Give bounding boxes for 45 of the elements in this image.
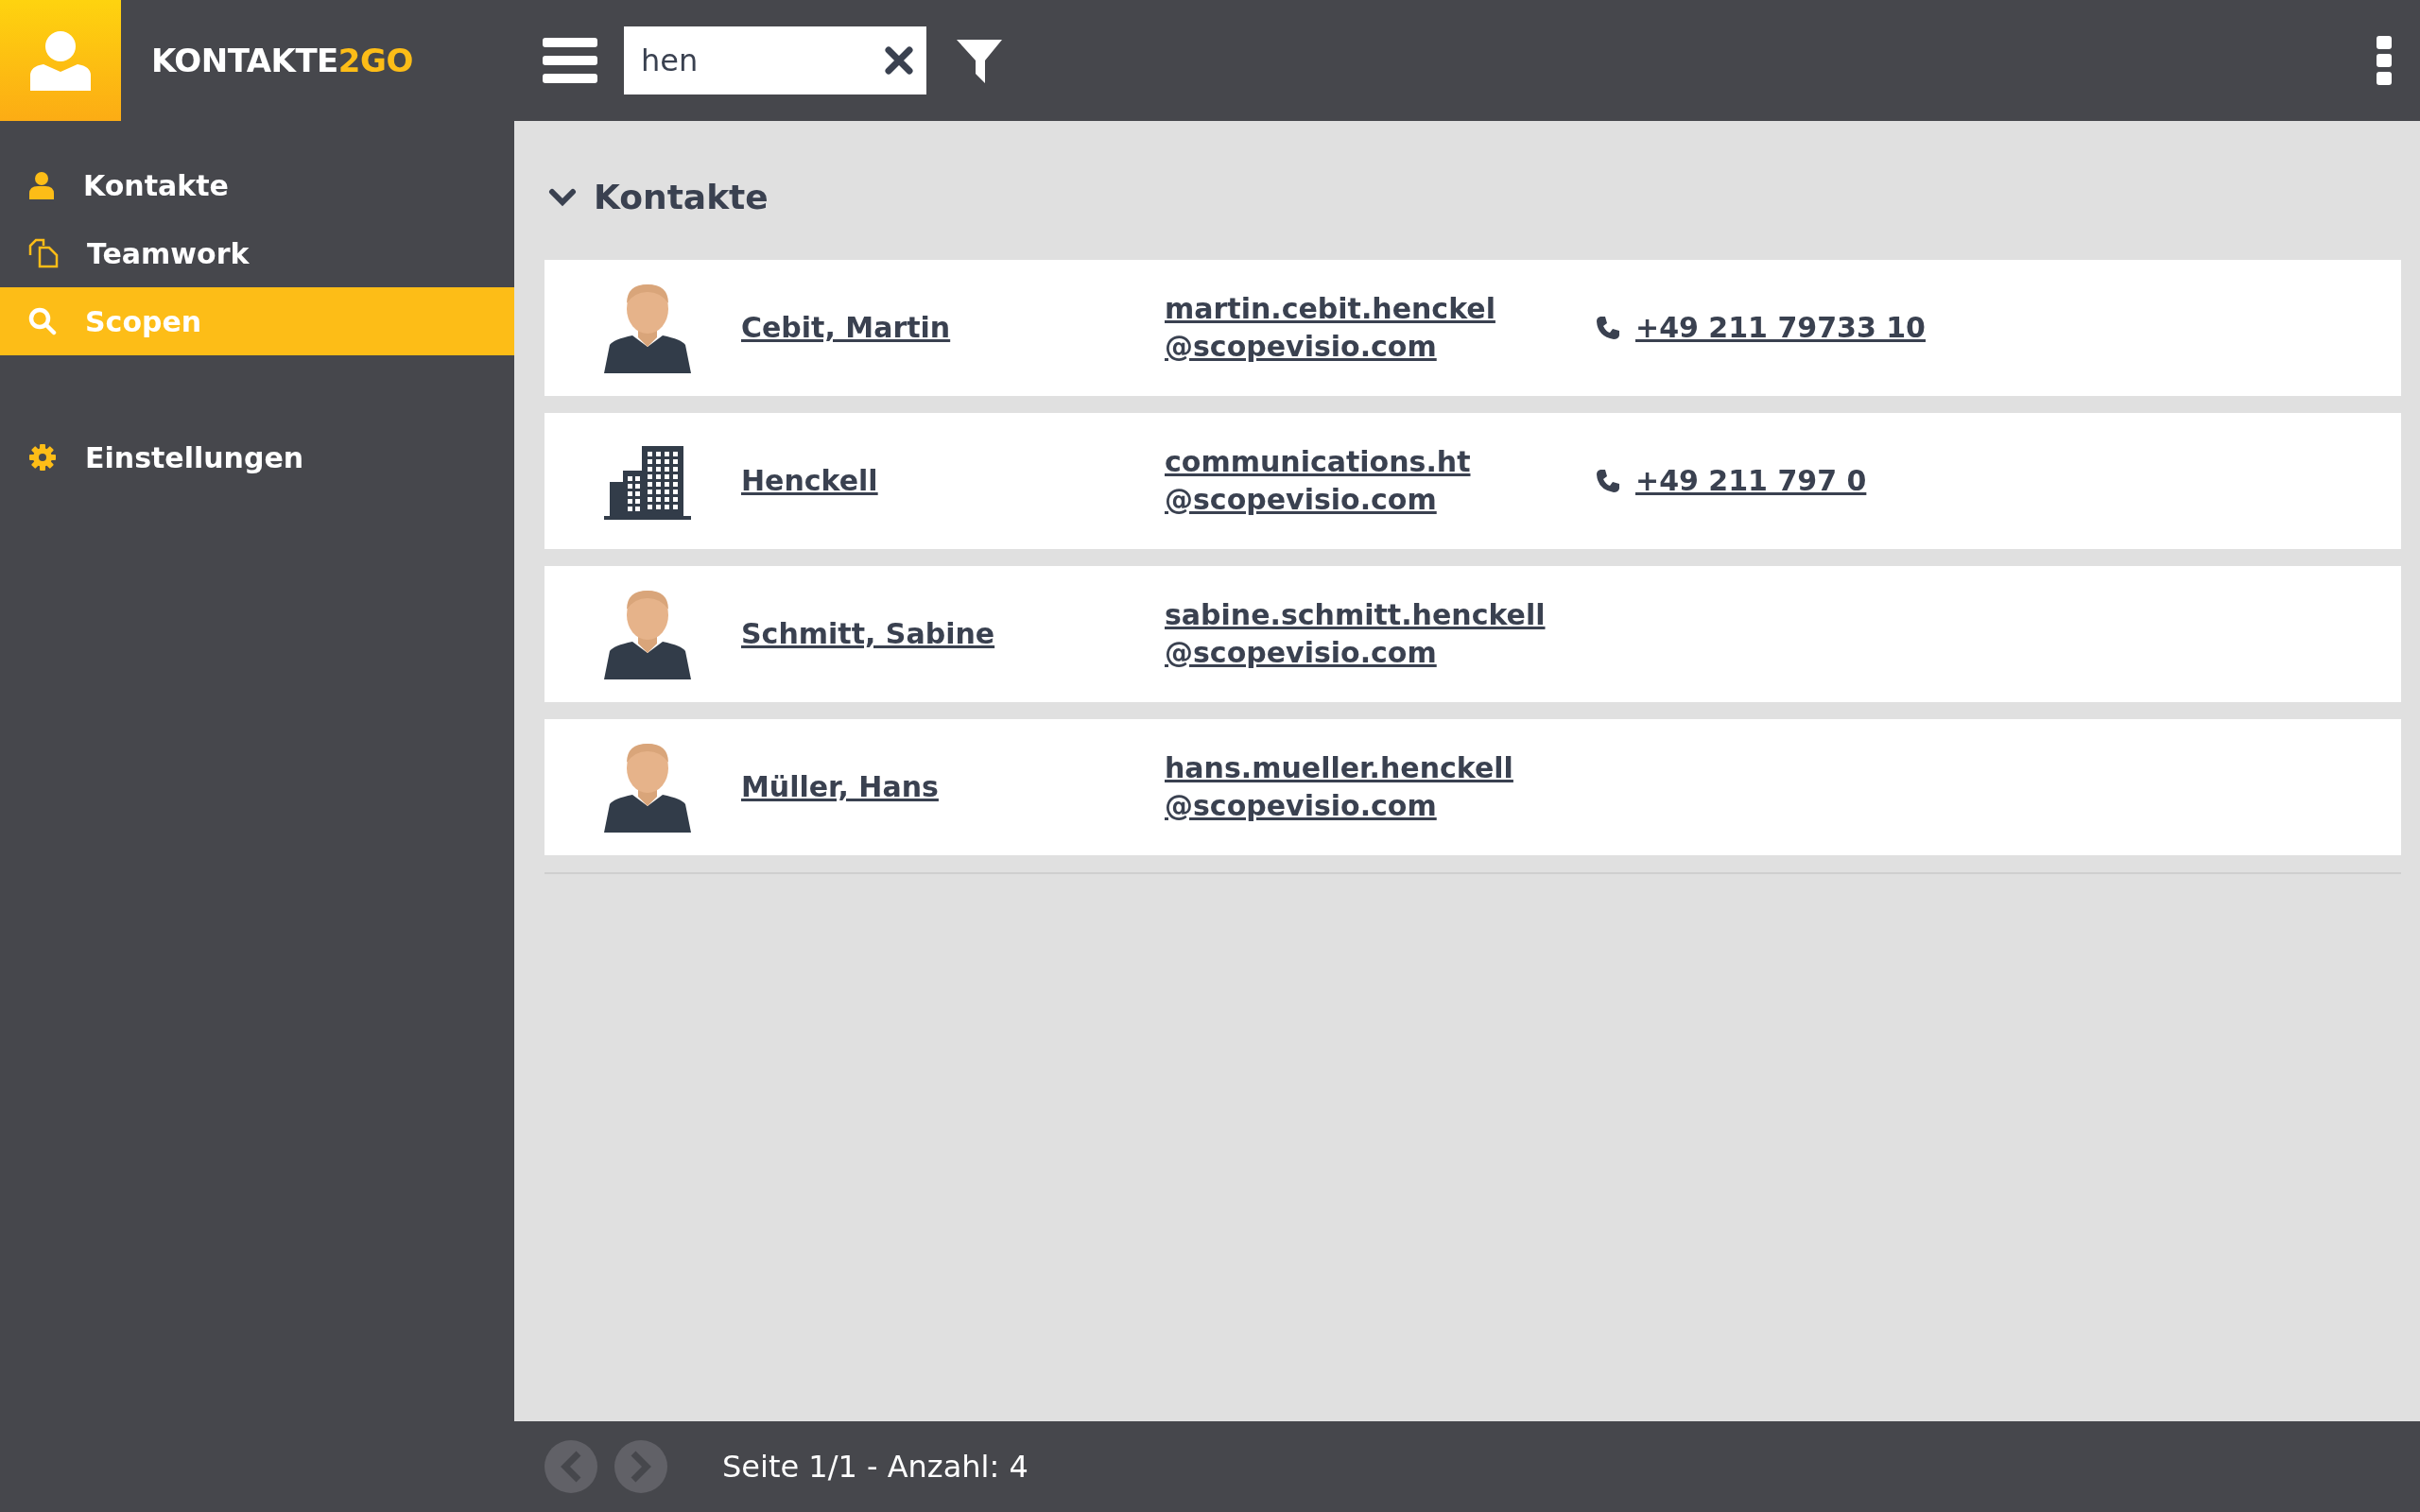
nav-item[interactable]: Teamwork <box>0 219 514 287</box>
nav-label: Scopen <box>85 304 202 338</box>
email-link[interactable]: @scopevisio.com <box>1165 634 1437 672</box>
person-avatar-icon <box>604 742 691 833</box>
nav-label: Kontakte <box>83 168 229 202</box>
contact-row[interactable]: Cebit, Martin martin.cebit.henckel @scopevisio.com +49 211 79733 10 <box>544 260 2401 396</box>
person-avatar-icon <box>604 283 691 373</box>
menu-button[interactable] <box>543 38 597 83</box>
chevron-left-icon <box>560 1451 582 1483</box>
chevron-down-icon <box>548 186 577 208</box>
app-title: KONTAKTE2GO <box>151 42 413 79</box>
clear-button[interactable] <box>885 46 913 75</box>
phone-icon <box>1596 316 1620 340</box>
more-options-button[interactable] <box>2377 36 2392 85</box>
person-avatar-icon <box>604 589 691 679</box>
email-link[interactable]: @scopevisio.com <box>1165 481 1437 519</box>
nav-item[interactable]: Kontakte <box>0 151 514 219</box>
search-icon <box>28 307 57 335</box>
contact-name-link[interactable]: Henckell <box>741 464 878 497</box>
contact-row[interactable]: Schmitt, Sabine sabine.schmitt.henckell @scopevisio.com <box>544 566 2401 702</box>
person-logo-icon <box>30 30 91 91</box>
section-header[interactable]: Kontakte <box>544 178 769 216</box>
contact-name-link[interactable]: Cebit, Martin <box>741 311 951 344</box>
documents-icon <box>28 238 59 268</box>
phone-link[interactable]: +49 211 79733 10 <box>1635 309 1926 347</box>
phone-icon <box>1596 469 1620 493</box>
contact-name-link[interactable]: Schmitt, Sabine <box>741 617 995 650</box>
email-link[interactable]: sabine.schmitt.henckell <box>1165 596 1546 634</box>
search-field[interactable]: hen <box>624 26 926 94</box>
email-link[interactable]: communications.ht <box>1165 443 1471 481</box>
email-link[interactable]: @scopevisio.com <box>1165 787 1437 825</box>
phone-link[interactable]: +49 211 797 0 <box>1635 462 1867 500</box>
gear-icon <box>28 443 57 472</box>
contact-name-link[interactable]: Müller, Hans <box>741 770 939 803</box>
nav-label: Teamwork <box>87 236 250 270</box>
contact-row[interactable]: Müller, Hans hans.mueller.henckell @scopevisio.com <box>544 719 2401 855</box>
chevron-right-icon <box>630 1451 652 1483</box>
person-icon <box>28 171 55 199</box>
email-link[interactable]: hans.mueller.henckell <box>1165 749 1513 787</box>
nav-label: Einstellungen <box>85 440 304 474</box>
email-link[interactable]: @scopevisio.com <box>1165 328 1437 366</box>
email-link[interactable]: martin.cebit.henckel <box>1165 290 1495 328</box>
nav-item[interactable]: Einstellungen <box>0 423 514 491</box>
contact-row[interactable]: Henckell communications.ht @scopevisio.com +49 211 797 0 <box>544 413 2401 549</box>
page-count-text: Seite 1/1 - Anzahl: 4 <box>722 1449 1028 1485</box>
